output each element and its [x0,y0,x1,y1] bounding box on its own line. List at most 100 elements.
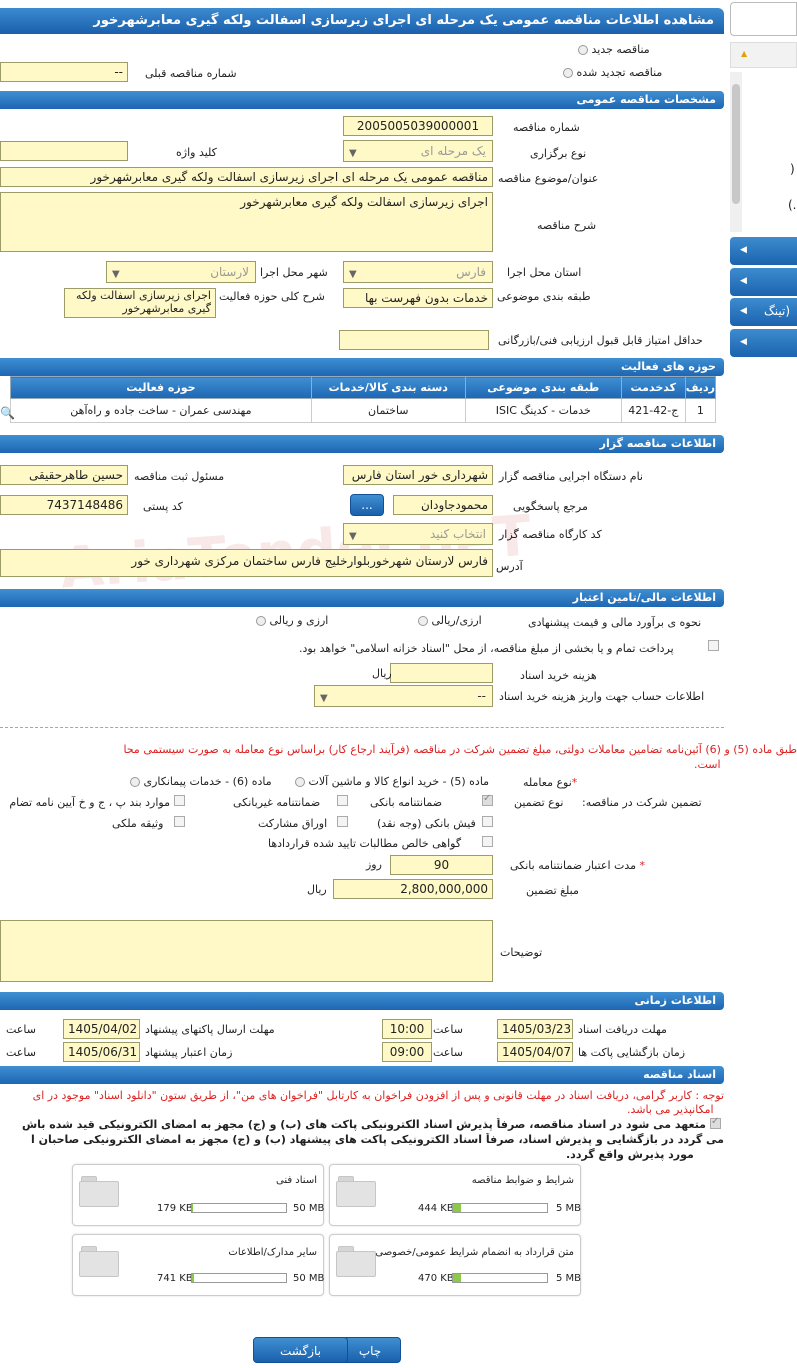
side-button-4[interactable]: ◀ [730,329,797,357]
scope-field[interactable]: اجرای زیرسازی اسفالت ولکه گیری معابرشهرخ… [64,288,216,318]
province-value: فارس [456,265,486,279]
doc-size: 470 KB [418,1273,454,1284]
guarantee-type-label: نوع تضمین [514,796,564,809]
validity-field[interactable]: 90 [390,855,493,875]
col-row: ردیف [684,376,717,399]
deal-type-text: نوع معامله [523,776,572,789]
side-scrollbar[interactable] [730,72,742,232]
estimate-option-1[interactable]: ارزی/ریالی [418,614,482,627]
back-button[interactable]: بازگشت [253,1337,348,1363]
docs-note: توجه : کاربر گرامی، دریافت اسناد در مهلت… [32,1089,724,1102]
cash-checkbox[interactable] [482,816,493,827]
side-button-1[interactable]: ◀ [730,237,797,265]
tender-number-field[interactable]: 2005005039000001 [343,116,493,136]
doc-size-bar [191,1203,287,1213]
treasury-checkbox[interactable] [708,640,719,651]
desc-field[interactable]: اجرای زیرسازی اسفالت ولکه گیری معابرشهرخ… [0,192,493,252]
doc-card[interactable]: شرایط و ضوابط مناقصه 444 KB 5 MB [329,1164,581,1226]
page-title: مشاهده اطلاعات مناقصه عمومی یک مرحله ای … [0,8,724,34]
nonbank-guarantee-checkbox[interactable] [337,795,348,806]
renewed-tender-option[interactable]: مناقصه تجدید شده [563,66,662,79]
print-button[interactable]: چاپ [339,1337,401,1363]
amount-unit: ریال [307,883,327,896]
valid-label: زمان اعتبار پیشنهاد [145,1046,233,1059]
resp-label: مسئول ثبت مناقصه [134,470,225,483]
renewed-tender-radio[interactable] [563,68,573,78]
hold-type-label: نوع برگزاری [530,147,587,160]
deal-option-5[interactable]: ماده (5) - خرید انواع کالا و ماشین آلات [295,775,489,788]
commit-checkbox[interactable] [710,1116,721,1129]
deal-option-6-label: ماده (6) - خدمات پیمانکاری [143,775,272,788]
province-label: استان محل اجرا [507,266,582,279]
get-docs-time[interactable]: 10:00 [382,1019,432,1039]
commit-text-1: متعهد می شود در اسناد مناقصه، صرفاً پذیر… [21,1118,706,1131]
province-select[interactable]: فارس ▼ [343,261,493,283]
ref-field[interactable]: محمودجاودان [393,495,493,515]
side-button-3[interactable]: ◀ تینگ) [730,298,797,326]
nonbank-guarantee-label: ضمانتنامه غیربانکی [233,796,321,809]
deal-radio-5[interactable] [295,777,305,787]
bonds-checkbox[interactable] [337,816,348,827]
unit-value: انتخاب کنید [429,527,486,541]
min-score-label: حداقل امتیاز قابل قبول ارزیابی فنی/بازرگ… [498,334,703,347]
valid-date[interactable]: 1405/06/31 [63,1042,140,1062]
amount-field[interactable]: 2,800,000,000 [333,879,493,899]
other-guarantee-checkbox[interactable] [174,795,185,806]
ref-select-button[interactable]: ... [350,494,384,516]
min-score-field[interactable] [339,330,489,350]
unit-select[interactable]: انتخاب کنید ▼ [343,523,493,545]
open-label: زمان بازگشایی پاکت ها [578,1046,686,1059]
new-tender-option[interactable]: مناقصه جدید [578,43,650,56]
claims-checkbox[interactable] [482,836,493,847]
prev-tender-field[interactable]: -- [0,62,128,82]
city-select[interactable]: لارستان ▼ [106,261,256,283]
category-field[interactable]: خدمات بدون فهرست بها [343,288,493,308]
notes-field[interactable] [0,920,493,982]
subject-label: عنوان/موضوع مناقصه [498,172,599,185]
resp-field[interactable]: حسین طاهرحقیقی [0,465,128,485]
renewed-tender-label: مناقصه تجدید شده [576,66,663,79]
side-text-2: (. [788,198,797,212]
commit-text-3: مورد پذیرش واقع گردد. [566,1148,694,1161]
open-date[interactable]: 1405/04/07 [497,1042,573,1062]
addr-field[interactable]: فارس لارستان شهرخوربلوارخلیج فارس ساختما… [0,549,493,577]
keyword-field[interactable] [0,141,128,161]
deal-option-6[interactable]: ماده (6) - خدمات پیمانکاری [130,775,272,788]
claims-label: گواهی خالص مطالبات تایید شده قراردادها [268,837,462,850]
account-select[interactable]: -- ▼ [314,685,493,707]
folder-icon [79,1173,119,1207]
hold-type-value: یک مرحله ای [420,144,486,158]
property-checkbox[interactable] [174,816,185,827]
subject-field[interactable]: مناقصه عمومی یک مرحله ای اجرای زیرسازی ا… [0,167,493,187]
cell-code: ج-42-421 [620,398,686,423]
time-label-1: ساعت [433,1023,463,1036]
estimate-radio-2[interactable] [256,616,266,626]
bank-guarantee-checkbox[interactable] [482,793,493,806]
doc-card[interactable]: سایر مدارک/اطلاعات 741 KB 50 MB [72,1234,324,1296]
doc-card[interactable]: متن قرارداد به انضمام شرایط عمومی/خصوصی … [329,1234,581,1296]
cell-row: 1 [684,398,717,423]
send-date[interactable]: 1405/04/02 [63,1019,140,1039]
cell-category: خدمات - کدینگ ISIC [464,398,622,423]
bank-guarantee-label: ضمانتنامه بانکی [370,796,443,809]
estimate-option-2[interactable]: ارزی و ریالی [256,614,328,627]
account-label: اطلاعات حساب جهت واریز هزینه خرید اسناد [499,690,705,703]
hold-type-select[interactable]: یک مرحله ای ▼ [343,140,493,162]
open-time[interactable]: 09:00 [382,1042,432,1062]
estimate-radio-1[interactable] [418,616,428,626]
postal-label: کد پستی [143,500,183,513]
doc-max: 50 MB [293,1203,325,1214]
guarantee-notice-2: است. [694,758,721,771]
doc-cost-field[interactable] [390,663,493,683]
org-name-field[interactable]: شهرداری خور استان فارس [343,465,493,485]
deal-radio-6[interactable] [130,777,140,787]
account-value: -- [477,689,486,703]
new-tender-radio[interactable] [578,45,588,55]
side-button-2[interactable]: ◀ [730,268,797,296]
get-docs-date[interactable]: 1405/03/23 [497,1019,573,1039]
doc-size: 741 KB [157,1273,193,1284]
ref-label: مرجع پاسخگویی [513,500,588,513]
search-icon[interactable]: 🔍 [0,406,15,420]
doc-card[interactable]: اسناد فنی 179 KB 50 MB [72,1164,324,1226]
postal-field[interactable]: 7437148486 [0,495,128,515]
